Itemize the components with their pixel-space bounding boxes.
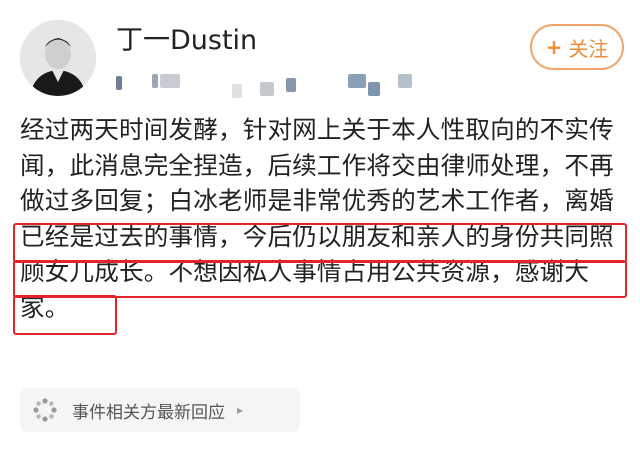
follow-label: 关注 <box>568 36 609 61</box>
post-body: 经过两天时间发酵，针对网上关于本人性取向的不实传闻，此消息完全捏造，后续工作将交… <box>20 112 630 325</box>
chevron-right-icon: ▸ <box>237 403 244 417</box>
plus-icon: + <box>545 35 563 59</box>
follow-button[interactable]: + 关注 <box>530 24 624 70</box>
avatar[interactable] <box>20 20 96 96</box>
post-meta-blurred <box>116 72 416 102</box>
related-events-chip[interactable]: 事件相关方最新回应 ▸ <box>20 388 300 432</box>
related-events-label: 事件相关方最新回应 <box>72 402 225 423</box>
author-name[interactable]: 丁一Dustin <box>116 24 257 58</box>
avatar-photo <box>20 20 96 96</box>
sparkle-dots-icon <box>33 398 57 422</box>
